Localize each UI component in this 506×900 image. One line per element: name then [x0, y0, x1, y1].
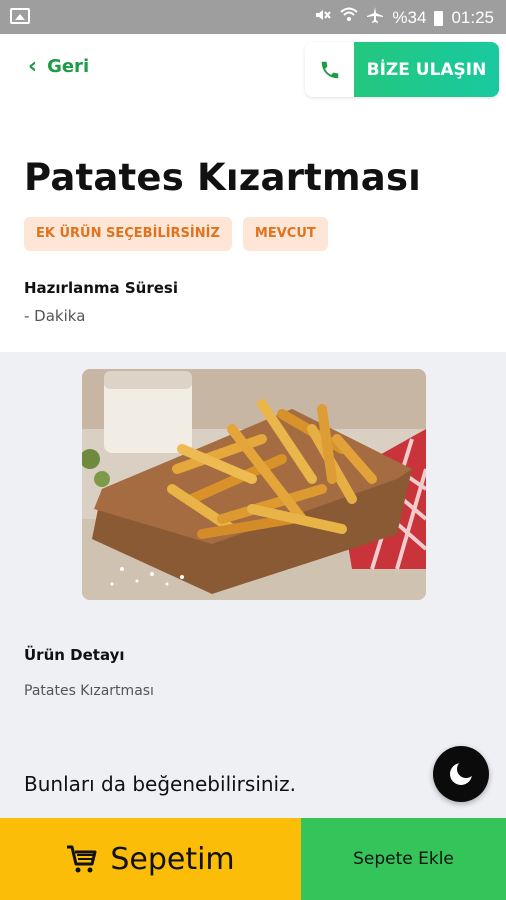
- cart-button[interactable]: Sepetim: [0, 818, 301, 900]
- cart-icon: [67, 845, 97, 873]
- phone-icon: [305, 42, 354, 97]
- dark-mode-toggle[interactable]: [433, 746, 489, 802]
- status-bar: %34 01:25: [0, 0, 506, 34]
- contact-button[interactable]: BİZE ULAŞIN: [305, 42, 499, 97]
- battery-percent: %34: [392, 8, 427, 27]
- product-image: [82, 369, 426, 600]
- product-tags: EK ÜRÜN SEÇEBİLİRSİNİZ MEVCUT: [24, 217, 328, 251]
- app-header: ‹ Geri BİZE ULAŞIN: [0, 34, 506, 104]
- contact-label: BİZE ULAŞIN: [354, 42, 499, 97]
- product-detail-value: Patates Kızartması: [24, 683, 154, 699]
- status-icons: %34 01:25: [314, 6, 494, 30]
- back-button[interactable]: ‹ Geri: [28, 53, 90, 79]
- clock: 01:25: [451, 8, 494, 27]
- cart-label: Sepetim: [110, 841, 235, 877]
- prep-time-label: Hazırlanma Süresi: [24, 279, 178, 297]
- wifi-icon: [340, 6, 359, 30]
- image-icon: [10, 8, 30, 24]
- add-to-cart-button[interactable]: Sepete Ekle: [301, 818, 506, 900]
- mute-icon: [314, 6, 332, 30]
- tag-extra-product: EK ÜRÜN SEÇEBİLİRSİNİZ: [24, 217, 232, 251]
- recommendations-heading: Bunları da beğenebilirsiniz.: [24, 772, 296, 796]
- airplane-icon: [366, 6, 384, 30]
- product-detail-label: Ürün Detayı: [24, 646, 125, 664]
- moon-icon: [450, 760, 475, 785]
- page-title: Patates Kızartması: [24, 156, 422, 199]
- add-to-cart-label: Sepete Ekle: [353, 849, 454, 869]
- battery-icon: [434, 10, 444, 26]
- prep-time-value: - Dakika: [24, 307, 86, 325]
- back-label: Geri: [47, 56, 90, 77]
- bottom-action-bar: Sepetim Sepete Ekle: [0, 818, 506, 900]
- tag-available: MEVCUT: [242, 217, 328, 251]
- chevron-left-icon: ‹: [28, 53, 38, 79]
